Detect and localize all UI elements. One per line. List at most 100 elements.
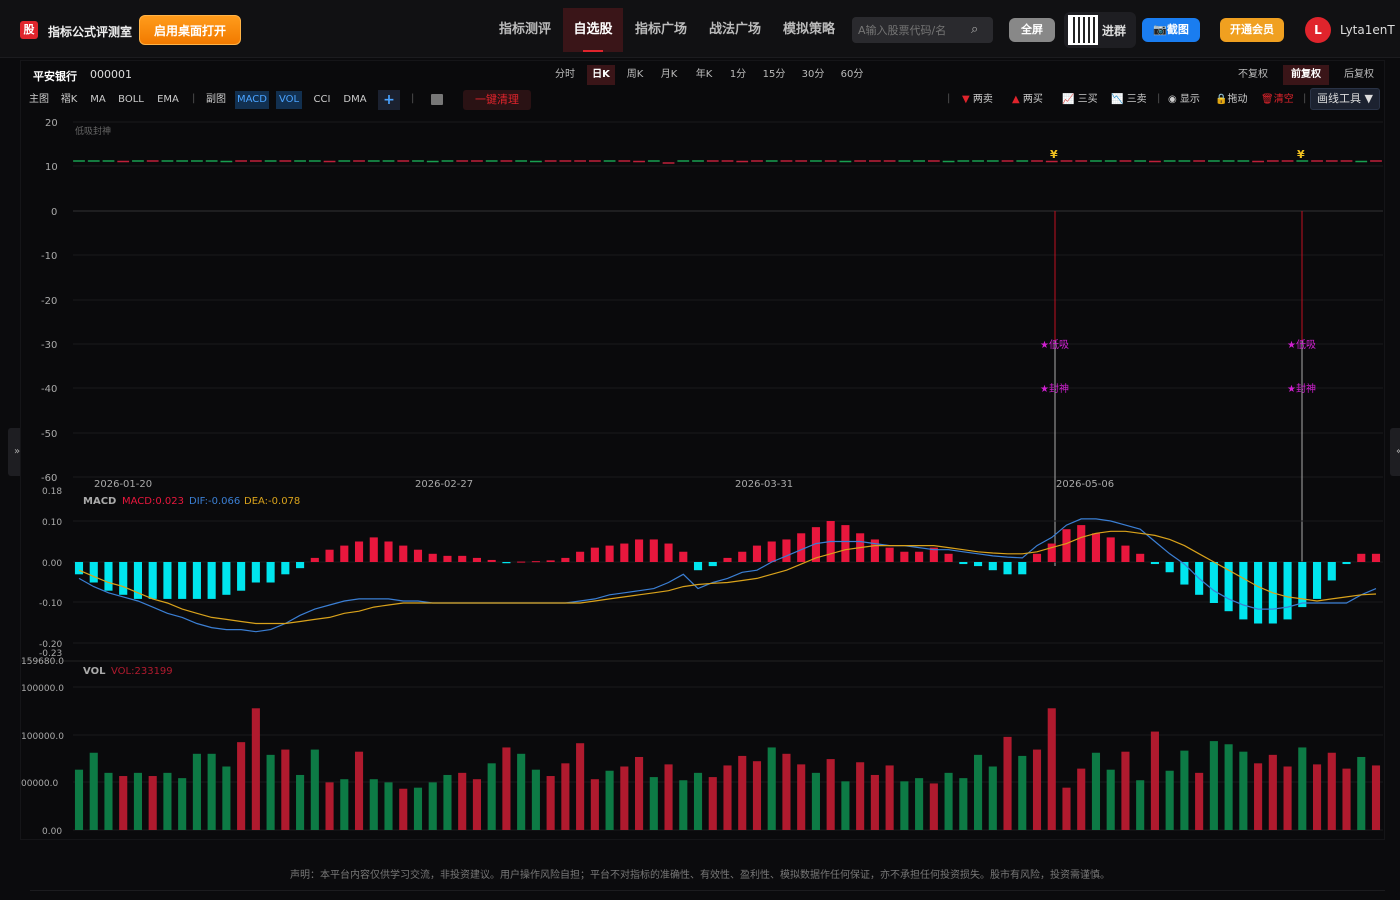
vol-y-tick: 100000.0 (21, 732, 64, 742)
volume-bar (620, 766, 629, 830)
volume-bar (900, 781, 909, 830)
volume-bar (826, 759, 835, 830)
chart-area[interactable]: 20 10 0 -10 -20 -30 -40 -50 -60 低吸封神 ¥ ¥… (21, 61, 1386, 841)
volume-bar (797, 764, 806, 830)
macd-bar (1298, 562, 1307, 608)
volume-bar (1062, 787, 1071, 830)
volume-bar (635, 756, 644, 830)
macd-bar (472, 557, 481, 562)
macd-bar (620, 543, 629, 562)
volume-bar (1032, 749, 1042, 830)
volume-bar (281, 749, 290, 830)
macd-bar (900, 551, 909, 562)
macd-bar (89, 562, 98, 583)
open-desktop-button[interactable]: 启用桌面打开 (139, 15, 241, 45)
macd-histogram (74, 521, 1381, 624)
volume-bar (310, 749, 319, 830)
search-icon[interactable]: ⌕ (971, 22, 978, 37)
macd-bar (1254, 562, 1263, 624)
macd-bar (531, 561, 540, 563)
volume-bar (1091, 752, 1101, 830)
nav-indicator-plaza[interactable]: 指标广场 (625, 8, 697, 52)
volume-bar (1371, 765, 1381, 830)
fullscreen-button[interactable]: 全屏 (1009, 18, 1055, 42)
vip-button[interactable]: 开通会员 (1220, 18, 1284, 42)
signal-fengshen: ★封神 (1287, 382, 1316, 395)
volume-bar (974, 754, 983, 830)
nav-watchlist[interactable]: 自选股 (563, 8, 623, 52)
macd-bar (1018, 562, 1027, 575)
volume-bar (458, 772, 467, 830)
macd-bar (1106, 537, 1115, 562)
expand-right-panel-button[interactable]: « (1390, 428, 1400, 476)
date-label: 2026-01-20 (94, 479, 152, 490)
macd-bar (1312, 562, 1322, 599)
main-y-tick: -30 (41, 340, 57, 351)
footer-divider (30, 890, 1385, 891)
macd-bar (1003, 562, 1012, 575)
volume-bar (944, 772, 953, 830)
nav-simulated-strategy[interactable]: 模拟策略 (773, 8, 845, 52)
avatar[interactable]: L (1305, 17, 1331, 43)
volume-bar (782, 753, 791, 830)
volume-bar (1312, 764, 1322, 830)
macd-bar (723, 557, 732, 562)
macd-bar (635, 539, 644, 562)
app-logo[interactable]: 股 (20, 21, 38, 39)
volume-bar (384, 782, 393, 830)
date-label: 2026-03-31 (735, 479, 793, 490)
macd-bar (1327, 562, 1336, 581)
screenshot-button[interactable]: 📷截图 (1142, 18, 1200, 42)
screenshot-label: 截图 (1166, 23, 1189, 36)
macd-bar (428, 553, 437, 562)
macd-y-tick: 0.10 (42, 518, 62, 528)
macd-bar (207, 562, 216, 599)
join-group-button[interactable]: 进群 (1064, 12, 1136, 48)
username[interactable]: Lyta1enT (1340, 23, 1395, 37)
macd-bar (944, 553, 953, 562)
volume-bar (1254, 763, 1263, 830)
volume-bar (178, 778, 187, 830)
macd-bar (841, 525, 850, 562)
macd-bar (104, 562, 113, 591)
macd-title: MACD (83, 496, 116, 507)
camera-icon: 📷 (1153, 23, 1167, 36)
vol-y-tick: 100000.0 (21, 684, 64, 694)
volume-bar (74, 769, 84, 830)
macd-bar (959, 562, 968, 565)
volume-bar (104, 772, 113, 830)
date-label: 2026-05-06 (1056, 479, 1114, 490)
main-y-tick: 10 (45, 162, 58, 173)
top-navigation-bar: 股 指标公式评测室 启用桌面打开 指标测评 自选股 指标广场 战法广场 模拟策略… (0, 0, 1400, 58)
volume-bar (89, 752, 98, 830)
macd-bar (974, 562, 983, 567)
volume-bar (487, 763, 496, 830)
volume-bar (546, 776, 555, 830)
volume-bar (856, 762, 865, 830)
macd-bar (1150, 562, 1159, 565)
macd-bar (767, 541, 776, 562)
macd-bar (163, 562, 172, 599)
main-y-tick: -20 (41, 296, 57, 307)
volume-bar (1018, 755, 1027, 830)
nav-indicator-review[interactable]: 指标测评 (489, 8, 561, 52)
app-title[interactable]: 指标公式评测室 (48, 23, 132, 40)
nav-strategy-plaza[interactable]: 战法广场 (699, 8, 771, 52)
macd-bar (546, 560, 555, 562)
vol-value: VOL:233199 (111, 666, 173, 677)
volume-bar (1283, 766, 1292, 830)
volume-bar (399, 788, 408, 830)
vol-y-tick: 0.00 (42, 827, 62, 837)
signal-fengshen: ★封神 (1040, 382, 1069, 395)
volume-bar (1150, 731, 1159, 830)
volume-bar (251, 708, 260, 830)
volume-bar (664, 764, 673, 830)
volume-bar (679, 780, 688, 830)
main-y-tick: -60 (41, 473, 57, 484)
volume-bar (738, 755, 747, 830)
volume-bar (1209, 741, 1218, 830)
volume-bar (1165, 770, 1174, 830)
volume-bar (472, 779, 481, 830)
volume-bar (443, 774, 452, 830)
signal-low-buy: ★低吸 (1287, 338, 1316, 351)
